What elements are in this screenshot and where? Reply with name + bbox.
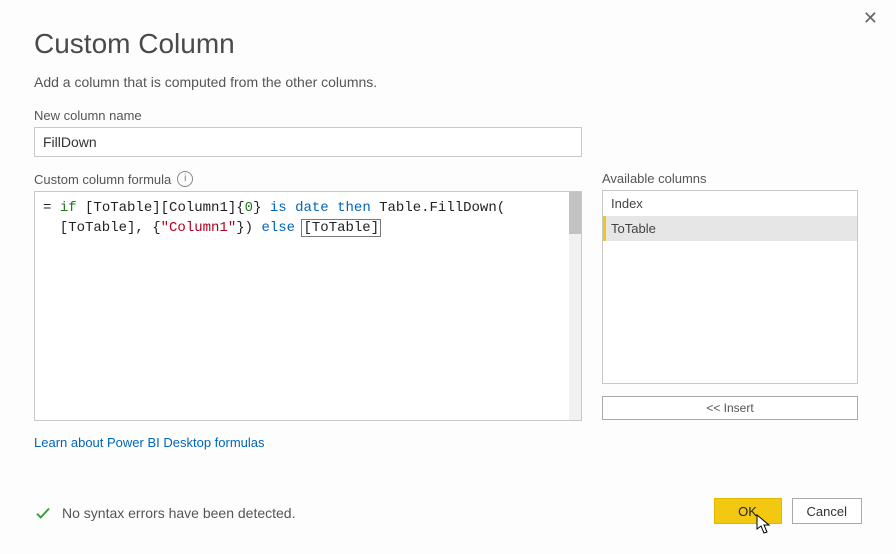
status-message: No syntax errors have been detected. [62, 505, 295, 521]
tok: [ToTable], { [43, 220, 161, 236]
formula-prefix: = [43, 200, 60, 216]
kw-else: else [261, 220, 295, 236]
available-columns-label: Available columns [602, 171, 858, 186]
check-icon [34, 504, 52, 522]
formula-text[interactable]: = if [ToTable][Column1]{0} is date then … [35, 192, 568, 420]
num-zero: 0 [245, 200, 253, 216]
kw-then: then [337, 200, 371, 216]
close-icon[interactable]: ✕ [863, 8, 878, 29]
current-ref-totable: [ToTable] [302, 220, 380, 236]
column-name-label: New column name [34, 108, 862, 123]
learn-formulas-link[interactable]: Learn about Power BI Desktop formulas [34, 435, 582, 450]
dialog-buttons: OK Cancel [714, 498, 862, 524]
dialog-subtitle: Add a column that is computed from the o… [34, 74, 862, 90]
tok: [ToTable][Column1]{ [77, 200, 245, 216]
formula-column: Custom column formula i = if [ToTable][C… [34, 171, 582, 450]
editor-row: Custom column formula i = if [ToTable][C… [34, 171, 862, 450]
kw-date: date [295, 200, 329, 216]
status-row: No syntax errors have been detected. [34, 504, 295, 522]
available-item-totable[interactable]: ToTable [603, 216, 857, 241]
dialog-title: Custom Column [34, 28, 862, 60]
available-item-index[interactable]: Index [603, 191, 857, 216]
tok: } [253, 200, 270, 216]
insert-button[interactable]: << Insert [602, 396, 858, 420]
formula-scrollbar[interactable] [569, 192, 581, 420]
tok: Table.FillDown( [371, 200, 505, 216]
str-column1: "Column1" [161, 220, 237, 236]
tok: }) [236, 220, 261, 236]
tok [329, 200, 337, 216]
cancel-button[interactable]: Cancel [792, 498, 862, 524]
available-column: Available columns Index ToTable << Inser… [602, 171, 858, 450]
tok [287, 200, 295, 216]
custom-column-dialog: ✕ Custom Column Add a column that is com… [0, 0, 896, 554]
info-icon[interactable]: i [177, 171, 193, 187]
formula-editor[interactable]: = if [ToTable][Column1]{0} is date then … [34, 191, 582, 421]
available-columns-list[interactable]: Index ToTable [602, 190, 858, 384]
column-name-input[interactable] [34, 127, 582, 157]
kw-if: if [60, 200, 77, 216]
formula-label: Custom column formula [34, 172, 171, 187]
ok-button[interactable]: OK [714, 498, 782, 524]
formula-label-row: Custom column formula i [34, 171, 582, 187]
scroll-thumb[interactable] [569, 192, 581, 234]
kw-is: is [270, 200, 287, 216]
